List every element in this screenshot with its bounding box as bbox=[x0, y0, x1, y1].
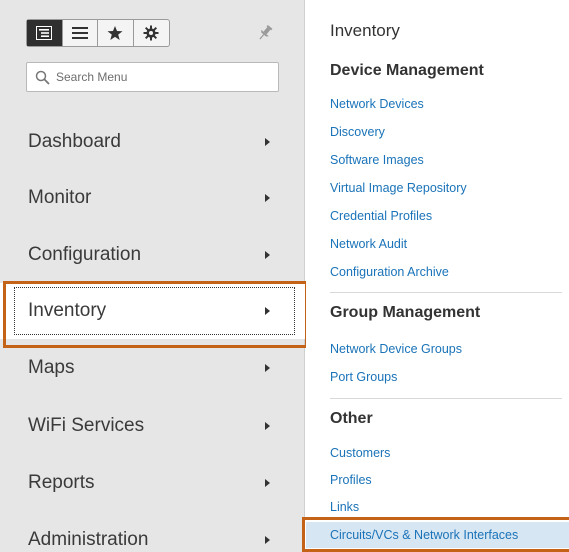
star-icon bbox=[107, 26, 123, 40]
link-discovery[interactable]: Discovery bbox=[330, 125, 385, 139]
link-credential-profiles[interactable]: Credential Profiles bbox=[330, 209, 432, 223]
menu-item-label: Maps bbox=[28, 357, 75, 378]
tree-list-icon bbox=[36, 26, 53, 40]
menu-item-maps[interactable]: Maps bbox=[0, 340, 305, 396]
gear-icon bbox=[143, 25, 159, 41]
section-heading-other: Other bbox=[330, 410, 373, 427]
section-heading-device-management: Device Management bbox=[330, 62, 484, 79]
menu-item-monitor[interactable]: Monitor bbox=[0, 170, 305, 226]
menu-item-administration[interactable]: Administration bbox=[0, 512, 305, 552]
link-network-audit[interactable]: Network Audit bbox=[330, 237, 407, 251]
menu-item-label: Dashboard bbox=[28, 131, 121, 152]
link-links[interactable]: Links bbox=[330, 500, 359, 514]
chevron-right-icon bbox=[265, 138, 270, 146]
chevron-right-icon bbox=[265, 194, 270, 202]
tree-view-button[interactable] bbox=[27, 20, 63, 46]
menu-item-label: Reports bbox=[28, 472, 95, 493]
list-view-button[interactable] bbox=[63, 20, 98, 46]
inventory-flyout: Inventory Device Management Network Devi… bbox=[306, 0, 569, 552]
search-icon bbox=[35, 70, 50, 85]
pin-button[interactable] bbox=[254, 22, 276, 44]
chevron-right-icon bbox=[265, 479, 270, 487]
menu-item-label: Administration bbox=[28, 529, 149, 550]
navigation-panel: Dashboard Monitor Configuration Inventor… bbox=[0, 0, 305, 552]
section-divider bbox=[330, 398, 562, 399]
link-network-devices[interactable]: Network Devices bbox=[330, 97, 424, 111]
menu-item-label: Monitor bbox=[28, 187, 92, 208]
settings-button[interactable] bbox=[134, 20, 169, 46]
chevron-right-icon bbox=[265, 364, 270, 372]
menu-item-label: Configuration bbox=[28, 244, 142, 265]
flyout-title: Inventory bbox=[330, 21, 400, 40]
link-customers[interactable]: Customers bbox=[330, 446, 390, 460]
menu-item-dashboard[interactable]: Dashboard bbox=[0, 114, 305, 170]
link-network-device-groups[interactable]: Network Device Groups bbox=[330, 342, 462, 356]
menu-item-label: WiFi Services bbox=[28, 415, 145, 436]
menu-item-reports[interactable]: Reports bbox=[0, 455, 305, 511]
link-circuits-vcs-network-interfaces[interactable]: Circuits/VCs & Network Interfaces bbox=[306, 522, 569, 548]
search-box bbox=[26, 62, 279, 92]
menu-item-inventory[interactable]: Inventory bbox=[0, 283, 305, 339]
link-port-groups[interactable]: Port Groups bbox=[330, 370, 397, 384]
chevron-right-icon bbox=[265, 536, 270, 544]
chevron-right-icon bbox=[265, 251, 270, 259]
link-profiles[interactable]: Profiles bbox=[330, 473, 372, 487]
menu-item-configuration[interactable]: Configuration bbox=[0, 227, 305, 283]
list-icon bbox=[71, 27, 88, 39]
chevron-right-icon bbox=[265, 307, 270, 315]
favorites-button[interactable] bbox=[98, 20, 134, 46]
section-divider bbox=[330, 292, 562, 293]
menu-item-label: Inventory bbox=[28, 300, 107, 321]
pin-icon bbox=[259, 24, 273, 40]
menu-item-wifi-services[interactable]: WiFi Services bbox=[0, 398, 305, 454]
link-configuration-archive[interactable]: Configuration Archive bbox=[330, 265, 449, 279]
view-toolbar bbox=[26, 19, 170, 47]
link-software-images[interactable]: Software Images bbox=[330, 153, 424, 167]
search-input[interactable] bbox=[56, 70, 256, 84]
section-heading-group-management: Group Management bbox=[330, 304, 481, 321]
link-virtual-image-repository[interactable]: Virtual Image Repository bbox=[330, 181, 467, 195]
chevron-right-icon bbox=[265, 422, 270, 430]
